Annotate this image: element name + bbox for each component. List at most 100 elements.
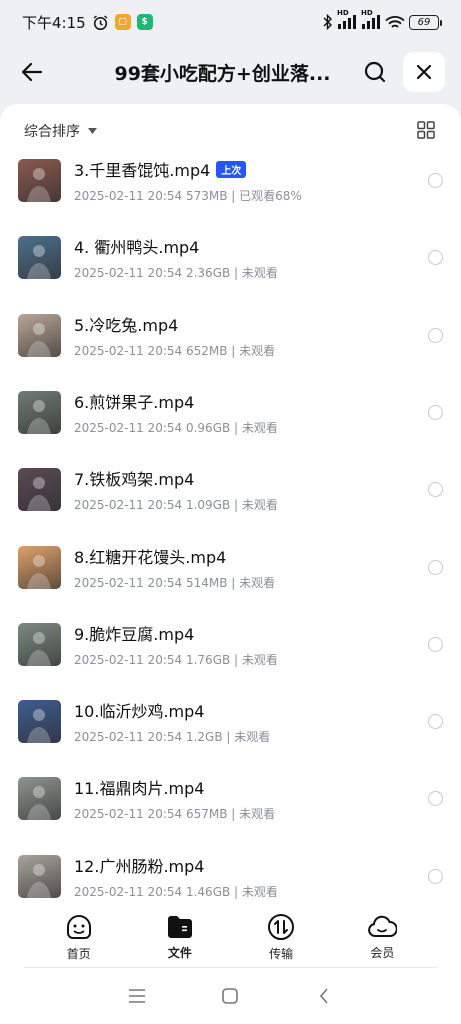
file-date: 2025-02-11 20:54 xyxy=(74,652,183,667)
menu-lines-icon xyxy=(128,989,145,1003)
select-radio[interactable] xyxy=(428,173,443,188)
select-radio[interactable] xyxy=(428,250,443,266)
watch-status: 未观看 xyxy=(234,730,271,745)
video-thumbnail xyxy=(18,468,61,512)
hd-label: HD xyxy=(337,9,349,17)
file-info: 9.脆炸豆腐.mp4 2025-02-11 20:54 1.76GB | 未观看 xyxy=(74,621,428,668)
file-date: 2025-02-11 20:54 xyxy=(74,343,183,358)
watch-status: 未观看 xyxy=(241,498,278,513)
watch-status: 未观看 xyxy=(241,266,278,281)
select-radio[interactable] xyxy=(428,714,443,730)
nav-transfer[interactable]: 传输 xyxy=(251,906,311,968)
file-date: 2025-02-11 20:54 xyxy=(74,498,183,513)
watch-status: 未观看 xyxy=(239,343,276,358)
file-meta: 2025-02-11 20:54 652MB | 未观看 xyxy=(74,343,276,358)
file-name-line: 3.千里香馄饨.mp4 上次 xyxy=(74,157,428,181)
nav-home[interactable]: 首页 xyxy=(49,906,109,968)
file-name-line: 6.煎饼果子.mp4 xyxy=(74,389,428,413)
file-row[interactable]: 5.冷吃兔.mp4 2025-02-11 20:54 652MB | 未观看 xyxy=(0,297,461,374)
file-row[interactable]: 4. 衢州鸭头.mp4 2025-02-11 20:54 2.36GB | 未观看 xyxy=(0,219,461,296)
file-size: 1.46GB xyxy=(185,884,231,899)
notification-app-icon-green: $ xyxy=(136,14,153,30)
alarm-icon xyxy=(92,14,109,31)
file-meta: 2025-02-11 20:54 1.09GB | 未观看 xyxy=(74,498,278,513)
file-info: 7.铁板鸡架.mp4 2025-02-11 20:54 1.09GB | 未观看 xyxy=(74,466,428,513)
file-name: 3.千里香馄饨.mp4 xyxy=(74,161,211,180)
file-info: 3.千里香馄饨.mp4 上次 2025-02-11 20:54 573MB | 已观… xyxy=(74,157,428,204)
file-row[interactable]: 3.千里香馄饨.mp4 上次 2025-02-11 20:54 573MB | 已观… xyxy=(0,142,461,219)
last-played-badge: 上次 xyxy=(216,160,247,178)
file-row[interactable]: 6.煎饼果子.mp4 2025-02-11 20:54 0.96GB | 未观看 xyxy=(0,374,461,451)
select-radio[interactable] xyxy=(428,791,443,807)
home-square-icon xyxy=(222,988,239,1004)
system-back-button[interactable] xyxy=(309,981,339,1011)
watch-status: 未观看 xyxy=(241,652,278,667)
file-date: 2025-02-11 20:54 xyxy=(74,575,183,590)
file-name-line: 4. 衢州鸭头.mp4 xyxy=(74,234,428,258)
select-radio[interactable] xyxy=(428,327,443,343)
page-title: 99套小吃配方+创业落... xyxy=(114,62,331,85)
file-date: 2025-02-11 20:54 xyxy=(74,807,183,822)
file-meta: 2025-02-11 20:54 1.2GB | 未观看 xyxy=(74,730,271,745)
watch-status: 已观看68% xyxy=(239,189,302,203)
file-date: 2025-02-11 20:54 xyxy=(74,730,183,745)
sort-dropdown[interactable]: 综合排序 xyxy=(24,121,97,141)
header: 99套小吃配方+创业落... xyxy=(0,44,461,100)
video-thumbnail xyxy=(18,313,61,357)
file-row[interactable]: 8.红糖开花馒头.mp4 2025-02-11 20:54 514MB | 未观看 xyxy=(0,529,461,606)
file-name-line: 12.广州肠粉.mp4 xyxy=(74,853,428,877)
select-radio[interactable] xyxy=(428,559,443,575)
sort-label: 综合排序 xyxy=(24,124,80,140)
file-size: 514MB xyxy=(185,575,228,590)
file-meta: 2025-02-11 20:54 1.76GB | 未观看 xyxy=(74,652,278,667)
home-button[interactable] xyxy=(215,981,245,1011)
select-radio[interactable] xyxy=(428,868,443,884)
recent-apps-button[interactable] xyxy=(122,981,152,1011)
back-arrow-icon xyxy=(21,62,43,82)
file-row[interactable]: 7.铁板鸡架.mp4 2025-02-11 20:54 1.09GB | 未观看 xyxy=(0,451,461,528)
file-row[interactable]: 9.脆炸豆腐.mp4 2025-02-11 20:54 1.76GB | 未观看 xyxy=(0,606,461,683)
bluetooth-icon xyxy=(323,14,333,30)
nav-files-label: 文件 xyxy=(167,945,192,960)
close-button[interactable] xyxy=(403,52,445,92)
select-radio[interactable] xyxy=(428,636,443,652)
status-left: 下午4:15 ▢ $ xyxy=(22,12,153,33)
file-name-line: 10.临沂炒鸡.mp4 xyxy=(74,698,428,722)
signal-icon: HD xyxy=(337,9,357,29)
file-row[interactable]: 10.临沂炒鸡.mp4 2025-02-11 20:54 1.2GB | 未观看 xyxy=(0,683,461,760)
file-size: 2.36GB xyxy=(185,266,231,281)
video-thumbnail xyxy=(18,390,61,434)
nav-files[interactable]: 文件 xyxy=(150,906,210,968)
grid-view-icon xyxy=(417,121,435,139)
video-thumbnail xyxy=(18,236,61,280)
file-name-line: 7.铁板鸡架.mp4 xyxy=(74,466,428,490)
file-meta: 2025-02-11 20:54 514MB | 未观看 xyxy=(74,575,276,590)
file-name: 5.冷吃兔.mp4 xyxy=(74,315,179,335)
transfer-icon xyxy=(268,913,295,940)
chevron-left-icon xyxy=(320,988,328,1004)
file-meta: 2025-02-11 20:54 1.46GB | 未观看 xyxy=(74,884,278,899)
nav-member[interactable]: 会员 xyxy=(352,906,412,968)
select-radio[interactable] xyxy=(428,482,443,498)
file-name: 7.铁板鸡架.mp4 xyxy=(74,470,195,490)
select-radio[interactable] xyxy=(428,404,443,420)
file-row[interactable]: 12.广州肠粉.mp4 2025-02-11 20:54 1.46GB | 未观看 xyxy=(0,838,461,915)
file-row[interactable]: 11.福鼎肉片.mp4 2025-02-11 20:54 657MB | 未观看 xyxy=(0,760,461,837)
search-button[interactable] xyxy=(357,54,393,90)
file-name: 6.煎饼果子.mp4 xyxy=(74,392,195,412)
file-size: 1.09GB xyxy=(185,498,231,513)
file-name: 10.临沂炒鸡.mp4 xyxy=(74,702,205,722)
notification-app-icon: ▢ xyxy=(114,14,131,30)
file-meta: 2025-02-11 20:54 573MB | 已观看68% xyxy=(74,189,302,203)
file-name-line: 9.脆炸豆腐.mp4 xyxy=(74,621,428,645)
file-meta: 2025-02-11 20:54 657MB | 未观看 xyxy=(74,807,276,822)
file-info: 6.煎饼果子.mp4 2025-02-11 20:54 0.96GB | 未观看 xyxy=(74,389,428,436)
status-time: 下午4:15 xyxy=(22,13,86,32)
video-thumbnail xyxy=(18,622,61,666)
file-info: 11.福鼎肉片.mp4 2025-02-11 20:54 657MB | 未观看 xyxy=(74,775,428,822)
file-name-line: 11.福鼎肉片.mp4 xyxy=(74,775,428,799)
main-panel: 综合排序 3.千里香馄饨.mp4 上次 2025-02-11 20:54 573MB… xyxy=(0,104,461,1024)
file-name-line: 8.红糖开花馒头.mp4 xyxy=(74,544,428,568)
grid-view-button[interactable] xyxy=(417,121,437,141)
back-button[interactable] xyxy=(16,56,48,88)
